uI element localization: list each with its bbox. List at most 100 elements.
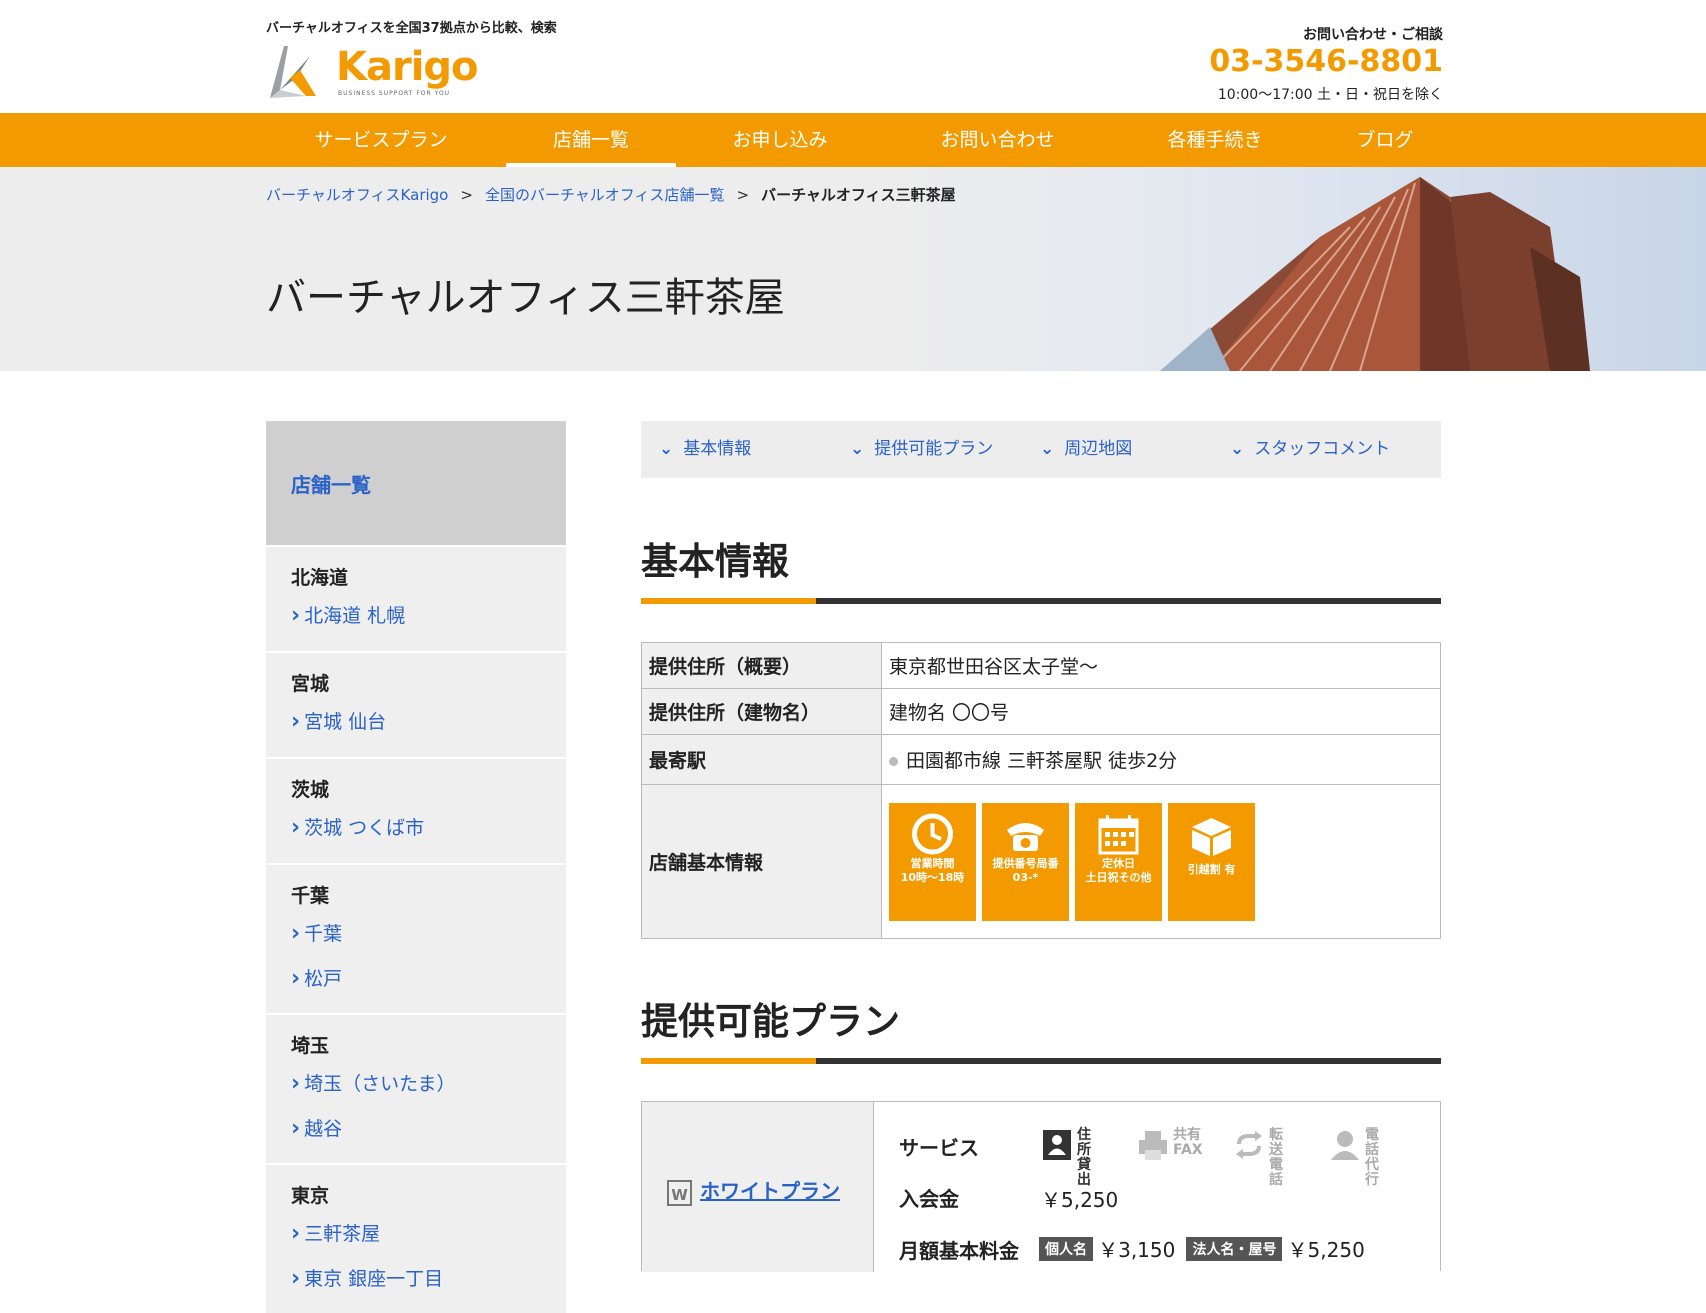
sidebar-link[interactable]: 茨城 つくば市 [291,805,566,850]
feature-value: 10時〜18時 [900,870,965,884]
sidebar-region: 東京 [291,1185,330,1207]
feature-value: 土日祝その他 [1085,870,1152,884]
service-line2: 電話 [1269,1157,1283,1188]
page-title: バーチャルオフィス三軒茶屋 [266,275,785,321]
contact-phone[interactable]: 03-3546-8801 [1209,44,1443,79]
sidebar-region: 千葉 [291,885,330,907]
tab-basic-info[interactable]: 基本情報 [659,421,751,478]
service-line1: 電話 [1365,1127,1379,1158]
sidebar-link[interactable]: 北海道 札幌 [291,593,566,638]
operator-icon [1331,1131,1359,1160]
nav-contact[interactable]: お問い合わせ [910,113,1085,167]
corporate-price: ￥5,250 [1287,1238,1365,1262]
phone-icon [1007,822,1044,851]
breadcrumb-current: バーチャルオフィス三軒茶屋 [761,186,956,204]
row-value: 田園都市線 三軒茶屋駅 徒歩2分 [881,734,1441,785]
individual-price: ￥3,150 [1098,1238,1176,1262]
sidebar-group: 北海道 北海道 札幌 [266,545,566,651]
plan-name-cell: W ホワイトプラン [642,1102,874,1272]
service-operator: 電話 代行 [1329,1128,1379,1188]
corporate-tag: 法人名・屋号 [1186,1236,1283,1261]
tab-map[interactable]: 周辺地図 [1040,421,1132,478]
individual-tag: 個人名 [1039,1236,1093,1261]
row-value: 東京都世田谷区太子堂〜 [881,642,1441,689]
tab-plans[interactable]: 提供可能プラン [850,421,993,478]
table-row: 提供住所（概要） 東京都世田谷区太子堂〜 [641,642,1441,689]
row-key: 提供住所（概要） [641,642,882,689]
basic-info-table: 提供住所（概要） 東京都世田谷区太子堂〜 提供住所（建物名） 建物名 〇〇号 最… [641,642,1441,939]
nav-store-list[interactable]: 店舗一覧 [506,113,676,167]
tab-staff-comment[interactable]: スタッフコメント [1230,421,1390,478]
feature-moving-discount: 引越割 有 [1168,802,1255,921]
sidebar-link[interactable]: 東京 銀座一丁目 [291,1256,566,1301]
table-row: 店舗基本情報 営業時間 10時〜18時 提供番号局番 03-* 定休日 土日祝その他 … [641,784,1441,939]
fax-icon [1139,1131,1167,1160]
feature-cell: 営業時間 10時〜18時 提供番号局番 03-* 定休日 土日祝その他 引越割 有 [881,784,1441,939]
sidebar-link[interactable]: 松戸 [291,956,566,1001]
nav-apply[interactable]: お申し込み [695,113,865,167]
feature-label: 定休日 [1102,856,1135,870]
station-text: 田園都市線 三軒茶屋駅 徒歩2分 [906,750,1178,772]
service-transfer: 転送 電話 [1233,1128,1283,1188]
sidebar-group: 埼玉 埼玉（さいたま） 越谷 [266,1013,566,1163]
sidebar-region: 北海道 [291,567,349,589]
contact-label: お問い合わせ・ご相談 [1303,27,1443,43]
nav-procedures[interactable]: 各種手続き [1130,113,1300,167]
box-icon [1192,817,1231,856]
clock-icon [912,813,953,854]
breadcrumb-store-list[interactable]: 全国のバーチャルオフィス店舗一覧 [485,186,725,204]
plan-badge-icon: W [667,1179,692,1206]
section-title-plans: 提供可能プラン [641,1000,900,1043]
nav-service-plan[interactable]: サービスプラン [296,113,466,167]
sidebar-region: 宮城 [291,673,330,695]
sidebar-group: 宮城 宮城 仙台 [266,651,566,757]
plan-name-link[interactable]: ホワイトプラン [700,1179,840,1203]
service-label: サービス [899,1136,979,1160]
sidebar-header: 店舗一覧 [266,421,566,545]
service-fax: 共有 FAX [1137,1128,1203,1168]
row-key: 最寄駅 [641,734,882,785]
breadcrumb-separator: > [736,186,750,204]
main-nav: サービスプラン 店舗一覧 お申し込み お問い合わせ 各種手続き ブログ [0,113,1706,167]
calendar-icon [1098,814,1139,854]
sidebar-link[interactable]: 千葉 [291,911,566,956]
section-title-basic: 基本情報 [641,540,789,583]
nav-blog[interactable]: ブログ [1300,113,1470,167]
logo-wordmark: Karigo [336,44,479,90]
sidebar-region: 埼玉 [291,1035,330,1057]
entry-fee-value: ￥5,250 [1041,1188,1119,1212]
feature-label: 営業時間 [910,856,955,870]
row-value: 建物名 〇〇号 [881,688,1441,735]
transfer-icon [1236,1131,1262,1159]
sidebar-group: 千葉 千葉 松戸 [266,863,566,1013]
monthly-fee-prices: 個人名 ￥3,150 法人名・屋号 ￥5,250 [1039,1234,1365,1263]
section-tabs: 基本情報 提供可能プラン 周辺地図 スタッフコメント [641,421,1441,478]
feature-holiday: 定休日 土日祝その他 [1075,802,1162,921]
sidebar-link[interactable]: 三軒茶屋 [291,1211,566,1256]
bullet-icon [889,757,898,766]
breadcrumb: バーチャルオフィスKarigo > 全国のバーチャルオフィス店舗一覧 > バーチャルオフ… [266,184,956,205]
sidebar-group: 東京 三軒茶屋 東京 銀座一丁目 [266,1163,566,1313]
row-key: 店舗基本情報 [641,784,882,939]
section-divider [641,1058,1441,1064]
logo-subtitle: BUSINESS SUPPORT FOR YOU [338,90,451,97]
plan-card: W ホワイトプラン サービス 住所 貸出 共有 FAX 転送 電話 電話 代行 入会金 ￥… [641,1101,1441,1272]
feature-label: 引越割 有 [1187,862,1236,876]
table-row: 提供住所（建物名） 建物名 〇〇号 [641,688,1441,735]
sidebar-link[interactable]: 埼玉（さいたま） [291,1061,566,1106]
service-address: 住所 貸出 [1041,1128,1091,1188]
address-icon [1043,1130,1071,1160]
sidebar-link[interactable]: 越谷 [291,1106,566,1151]
breadcrumb-home[interactable]: バーチャルオフィスKarigo [266,186,448,204]
contact-hours: 10:00〜17:00 土・日・祝日を除く [1217,87,1443,103]
feature-value: 03-* [1012,870,1039,884]
service-line2: 代行 [1365,1157,1379,1188]
feature-phone-prefix: 提供番号局番 03-* [982,802,1069,921]
sidebar-title[interactable]: 店舗一覧 [291,469,371,498]
building-image [1160,177,1590,371]
sidebar-link[interactable]: 宮城 仙台 [291,699,566,744]
feature-label: 提供番号局番 [992,856,1059,870]
service-line1: 転送 [1269,1127,1283,1158]
logo[interactable]: Karigo BUSINESS SUPPORT FOR YOU [266,38,496,104]
service-line1: 住所 [1077,1127,1091,1158]
